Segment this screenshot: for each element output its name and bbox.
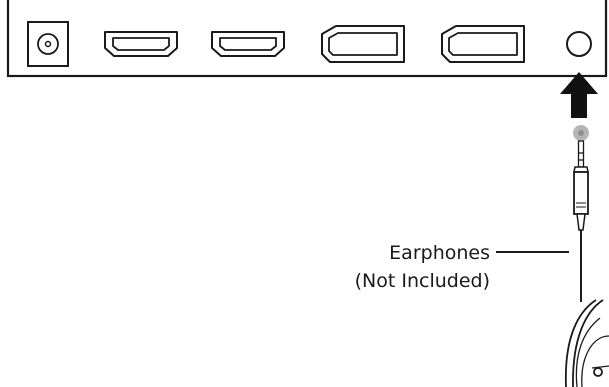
arrow-up-icon [560,72,598,118]
callout-label-earphones: Earphones [389,242,490,264]
callout-label-not-included: (Not Included) [355,270,490,292]
monitor-io-diagram: Earphones (Not Included) [6,0,609,387]
audio-plug-icon [573,125,589,231]
io-panel [6,0,608,78]
headphones-icon [564,299,609,387]
